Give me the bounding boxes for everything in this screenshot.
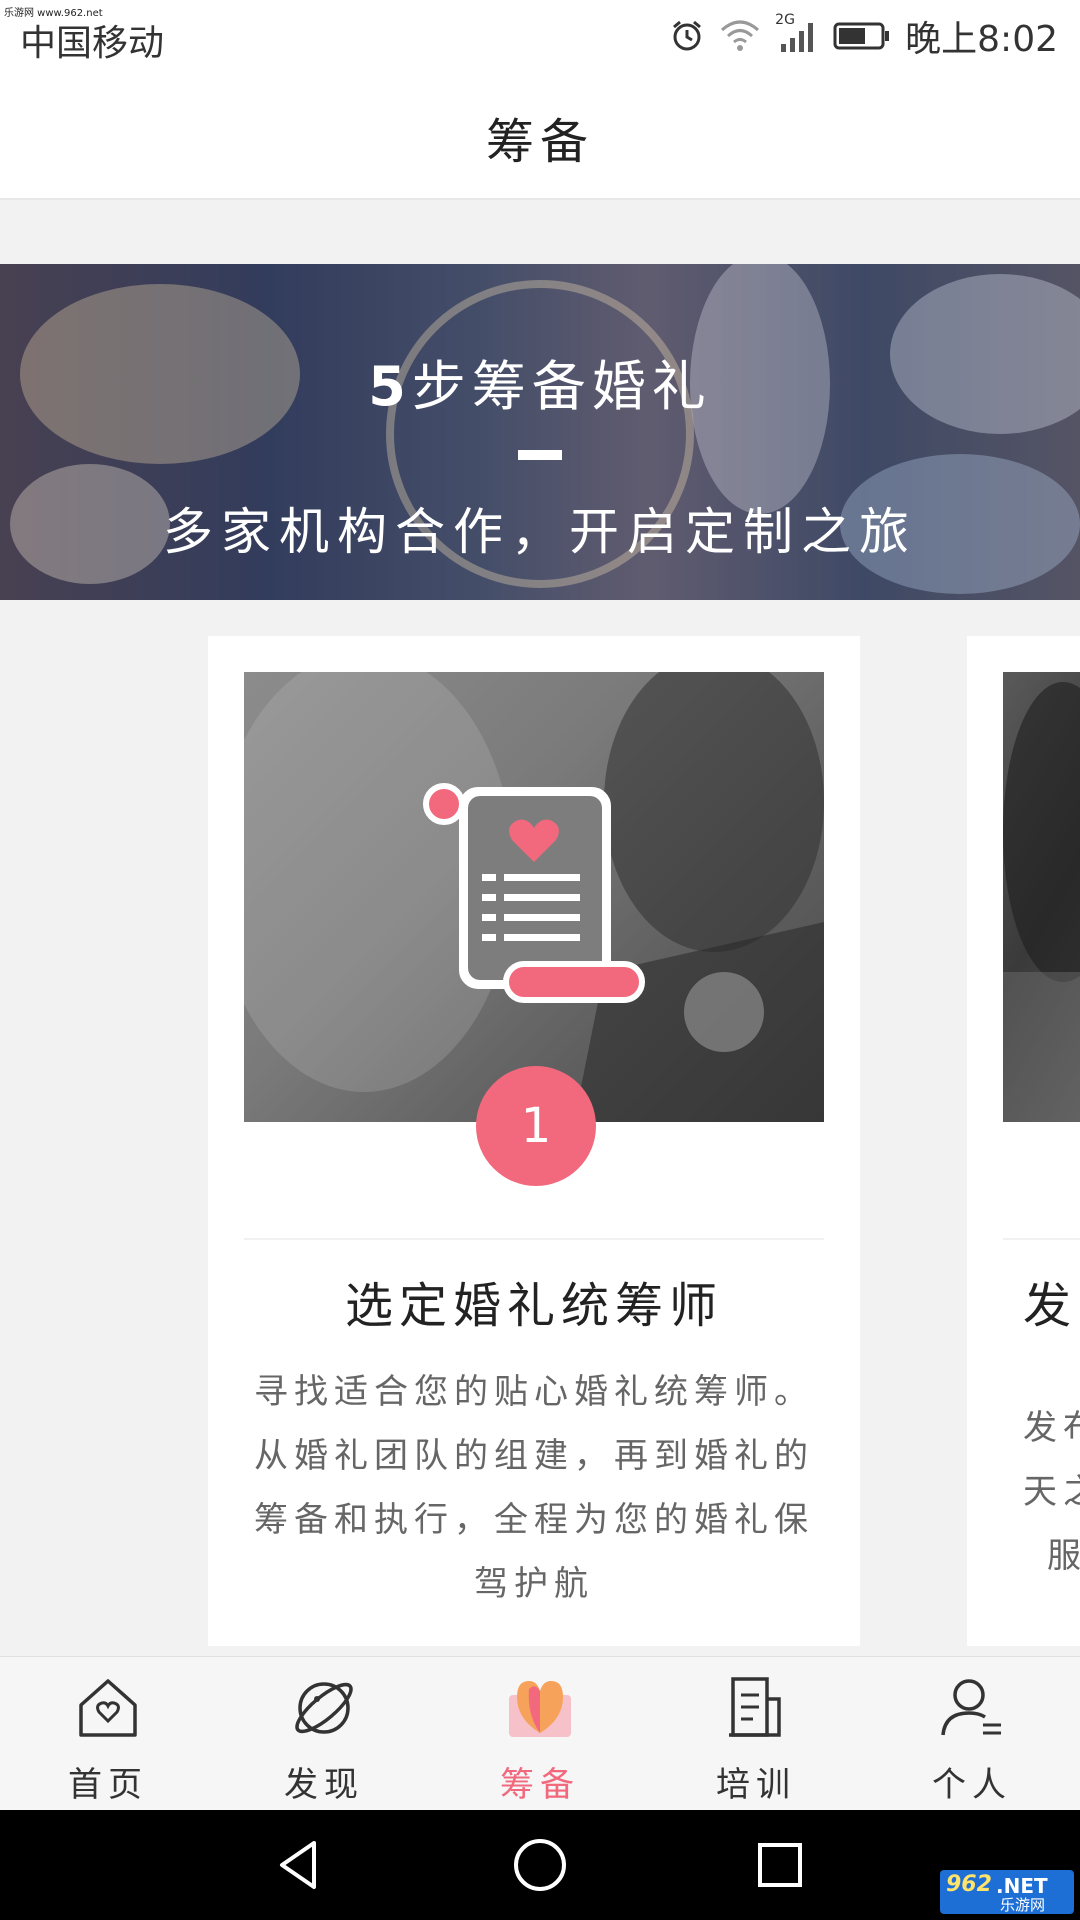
home-heart-icon: [75, 1675, 141, 1741]
card-title: 发: [1023, 1278, 1078, 1334]
page-title: 筹备: [485, 114, 594, 170]
back-button[interactable]: [270, 1835, 330, 1895]
banner-title-text: 步筹备婚礼: [411, 355, 712, 418]
card-description: 寻找适合您的贴心婚礼统筹师。从婚礼团队的组建，再到婚礼的筹备和执行，全程为您的婚…: [254, 1372, 814, 1604]
tab-label: 首页: [68, 1765, 148, 1805]
tab-label: 培训: [716, 1765, 796, 1805]
card-photo: [244, 672, 824, 1122]
bottom-tab-bar: 首页 发现 筹备 培训 个人: [0, 1656, 1080, 1810]
card-description-line: 天之: [1023, 1472, 1080, 1512]
open-heart-book-icon: [507, 1675, 573, 1741]
status-bar: 乐游网 www.962.net 中国移动 2G 晚上8:02: [0, 0, 1080, 72]
home-button[interactable]: [510, 1835, 570, 1895]
network-type-label: 2G: [775, 12, 795, 28]
tab-home[interactable]: 首页: [0, 1657, 216, 1811]
card-divider: [1003, 1238, 1080, 1240]
card-divider: [244, 1238, 824, 1240]
step-card-2[interactable]: 发 发布 天之 服: [967, 636, 1080, 1646]
banner-subtitle: 多家机构合作，开启定制之旅: [163, 503, 917, 561]
tab-label: 个人: [932, 1765, 1012, 1805]
planet-icon: [291, 1675, 357, 1741]
step-number-badge: 1: [476, 1066, 596, 1186]
site-logo-number: 962: [946, 1872, 992, 1897]
card-photo-background: [1003, 682, 1080, 1122]
wifi-icon: [719, 18, 761, 54]
banner-title-number: 5: [368, 355, 412, 418]
tab-profile[interactable]: 个人: [864, 1657, 1080, 1811]
person-icon: [939, 1675, 1005, 1741]
site-logo-tagline: 乐游网: [1000, 1896, 1046, 1914]
banner-divider: [518, 450, 562, 460]
status-icons: 2G 晚上8:02: [669, 12, 1058, 60]
document-icon: [723, 1675, 789, 1741]
tab-training[interactable]: 培训: [648, 1657, 864, 1811]
alarm-icon: [669, 18, 705, 54]
tab-label: 筹备: [500, 1765, 580, 1805]
banner-title: 5步筹备婚礼: [0, 342, 1080, 421]
promo-banner[interactable]: 5步筹备婚礼 多家机构合作，开启定制之旅: [0, 264, 1080, 600]
tab-prepare[interactable]: 筹备: [432, 1657, 648, 1811]
card-photo: [1003, 672, 1080, 1122]
step-card-1[interactable]: 1 选定婚礼统筹师 寻找适合您的贴心婚礼统筹师。从婚礼团队的组建，再到婚礼的筹备…: [208, 636, 860, 1646]
battery-icon: [833, 18, 891, 54]
scroll-heart-icon: [422, 782, 646, 1010]
system-navigation-bar: 962 .NET 乐游网: [0, 1810, 1080, 1920]
cellular-signal-icon: 2G: [775, 12, 819, 54]
tab-label: 发现: [284, 1765, 364, 1805]
tab-discover[interactable]: 发现: [216, 1657, 432, 1811]
carrier-name: 中国移动: [20, 23, 165, 64]
page-header: 筹备: [0, 72, 1080, 200]
app-screen: 乐游网 www.962.net 中国移动 2G 晚上8:02 筹备 5步筹备婚礼…: [0, 0, 1080, 1920]
clock-time: 晚上8:02: [905, 19, 1058, 60]
card-description: 发布 天之 服: [1023, 1396, 1080, 1588]
card-description-line: 服: [1047, 1536, 1080, 1576]
recent-apps-button[interactable]: [750, 1835, 810, 1895]
card-title: 选定婚礼统筹师: [344, 1278, 723, 1334]
card-description-line: 发布: [1023, 1408, 1080, 1448]
site-logo-badge: 962 .NET 乐游网: [940, 1870, 1074, 1914]
